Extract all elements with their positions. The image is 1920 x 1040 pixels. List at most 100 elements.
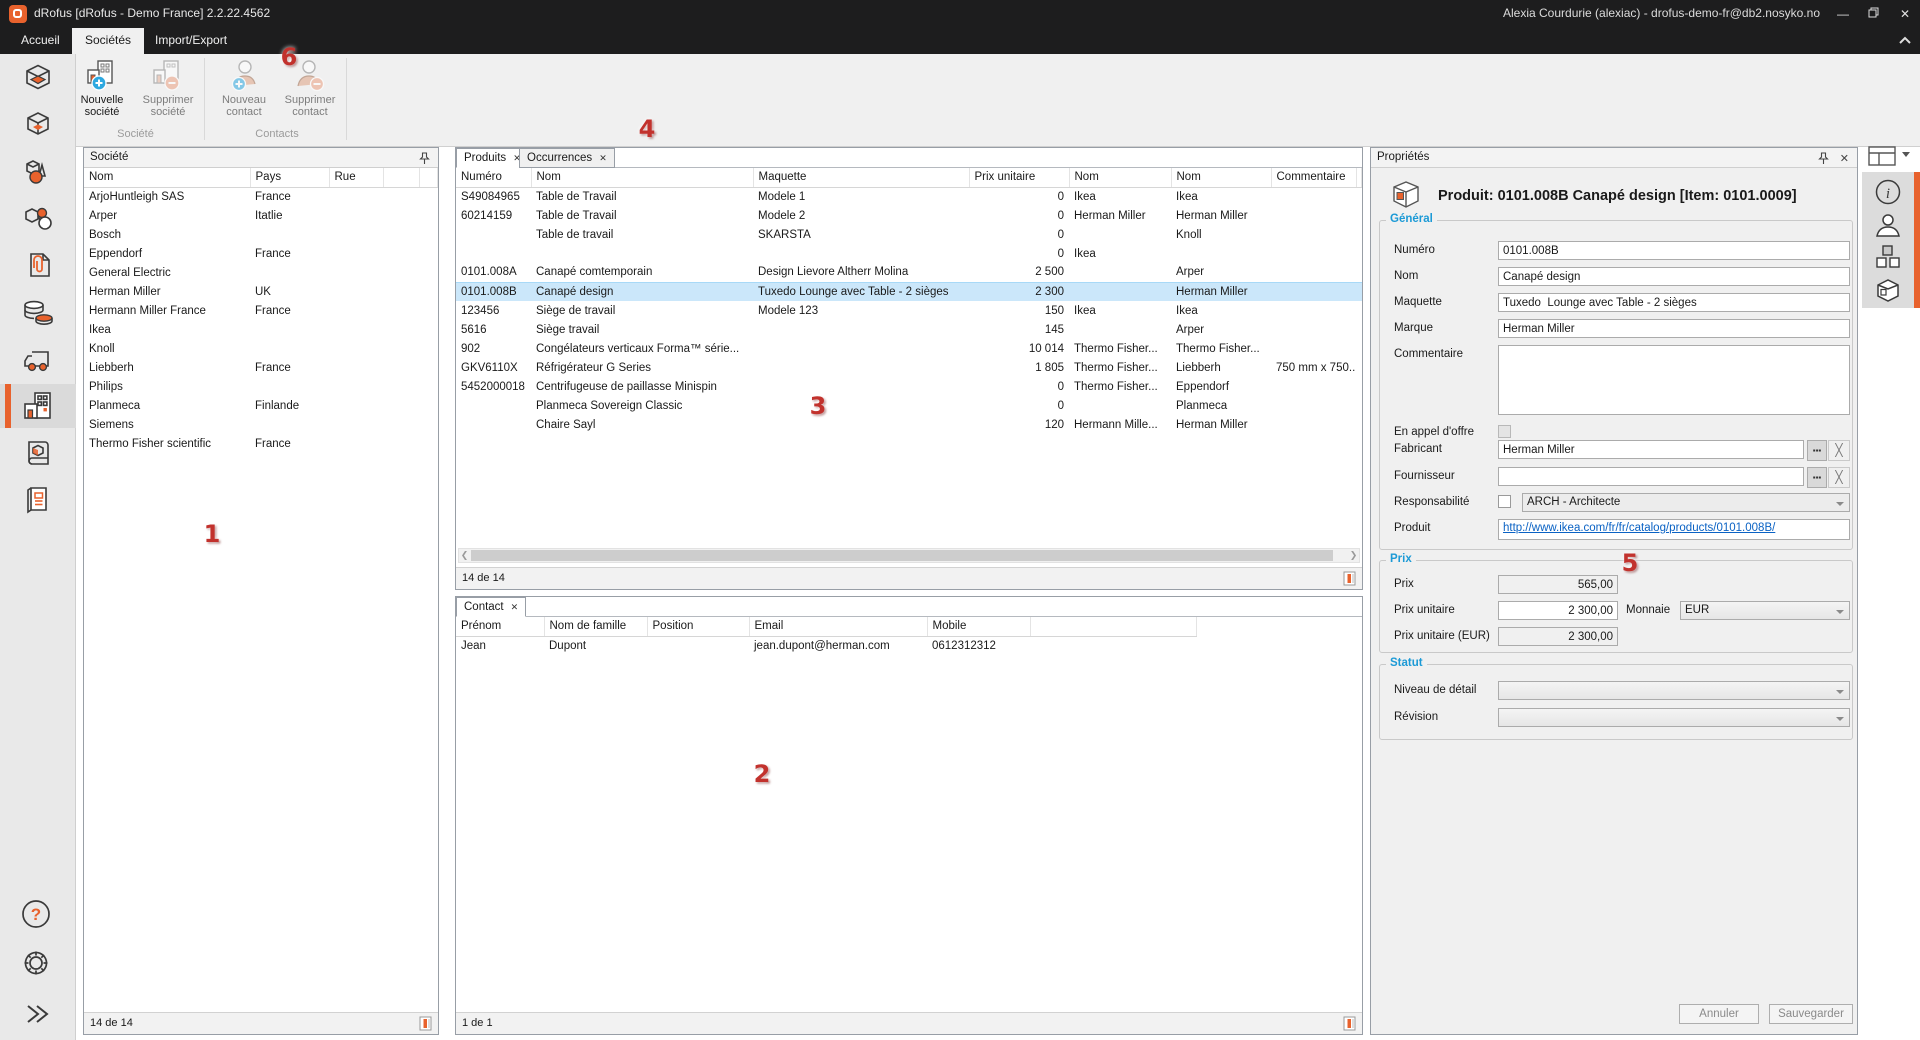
- column-header[interactable]: Nom: [1069, 168, 1171, 187]
- close-button[interactable]: ✕: [1890, 0, 1920, 28]
- sidebar-item-room-data[interactable]: [0, 102, 76, 146]
- column-header[interactable]: Email: [749, 617, 927, 636]
- commentaire-field[interactable]: [1498, 345, 1850, 415]
- table-row[interactable]: 0101.008ACanapé comtemporainDesign Lievo…: [456, 263, 1362, 282]
- pin-icon[interactable]: [1818, 152, 1829, 168]
- product-tab-icon[interactable]: [1874, 276, 1902, 309]
- table-row[interactable]: Ikea: [84, 320, 438, 339]
- column-header[interactable]: Prénom: [456, 617, 544, 636]
- column-header[interactable]: Nom: [1171, 168, 1271, 187]
- table-row[interactable]: 5452000018Centrifugeuse de paillasse Min…: [456, 377, 1362, 396]
- en-appel-offre-checkbox[interactable]: [1498, 425, 1511, 438]
- close-tab-icon[interactable]: ✕: [599, 153, 607, 163]
- minimize-button[interactable]: —: [1828, 0, 1858, 28]
- revision-dropdown[interactable]: [1498, 708, 1850, 727]
- table-row[interactable]: Lit médicalisés0ArjoHuntleigh...ArjoHunt…: [456, 434, 1362, 436]
- table-row[interactable]: 60214159Table de TravailModele 20Herman …: [456, 206, 1362, 225]
- column-header[interactable]: Nom: [531, 168, 753, 187]
- menu-tab-import-export[interactable]: Import/Export: [142, 28, 240, 54]
- contact-table-header[interactable]: PrénomNom de famillePositionEmailMobile: [456, 617, 1362, 636]
- responsabilite-dropdown[interactable]: ARCH - Architecte: [1522, 493, 1850, 512]
- table-row[interactable]: 902Congélateurs verticaux Forma™ série..…: [456, 339, 1362, 358]
- table-row[interactable]: GKV6110XRéfrigérateur G Series1 805Therm…: [456, 358, 1362, 377]
- sidebar-item-logistics[interactable]: [0, 337, 76, 381]
- column-header[interactable]: Commentaire: [1271, 168, 1356, 187]
- responsabilite-checkbox[interactable]: [1498, 495, 1511, 508]
- column-header[interactable]: Rue: [329, 168, 383, 187]
- table-row[interactable]: Philips: [84, 377, 438, 396]
- fabricant-clear-button[interactable]: ╳: [1828, 440, 1850, 461]
- fournisseur-field[interactable]: [1498, 467, 1804, 486]
- numero-field[interactable]: [1498, 241, 1850, 260]
- niveau-detail-dropdown[interactable]: [1498, 681, 1850, 700]
- column-header[interactable]: Maquette: [753, 168, 969, 187]
- collapse-ribbon-button[interactable]: [1898, 34, 1912, 52]
- sidebar-item-reports[interactable]: [0, 478, 76, 522]
- marque-field[interactable]: [1498, 319, 1850, 338]
- column-header[interactable]: [1030, 617, 1196, 636]
- table-row[interactable]: 0Ikea: [456, 244, 1362, 263]
- layout-switcher-button[interactable]: [1868, 146, 1898, 173]
- sidebar-expand-button[interactable]: [0, 994, 76, 1038]
- scroll-left-arrow[interactable]: ❮: [459, 550, 470, 561]
- cancel-button[interactable]: Annuler: [1679, 1004, 1759, 1024]
- sidebar-item-catalog[interactable]: [0, 431, 76, 475]
- table-row[interactable]: Knoll: [84, 339, 438, 358]
- table-row[interactable]: JeanDupontjean.dupont@herman.com06123123…: [456, 636, 1362, 655]
- sidebar-item-finance[interactable]: [0, 290, 76, 334]
- table-row[interactable]: General Electric: [84, 263, 438, 282]
- table-row[interactable]: Thermo Fisher scientificFrance: [84, 434, 438, 453]
- column-header[interactable]: [1356, 168, 1362, 187]
- info-tab-icon[interactable]: i: [1874, 178, 1902, 211]
- table-row[interactable]: Herman MillerUK: [84, 282, 438, 301]
- table-row[interactable]: Table de travailSKARSTA0Knoll: [456, 225, 1362, 244]
- fournisseur-clear-button[interactable]: ╳: [1828, 467, 1850, 488]
- table-row[interactable]: 123456Siège de travailModele 123150IkeaI…: [456, 301, 1362, 320]
- sidebar-item-companies[interactable]: [0, 384, 76, 428]
- column-settings-icon[interactable]: [1343, 571, 1357, 589]
- fabricant-field[interactable]: [1498, 440, 1804, 459]
- produits-table-header[interactable]: NuméroNomMaquettePrix unitaireNomNomComm…: [456, 168, 1362, 187]
- produits-horizontal-scrollbar[interactable]: ❮ ❯: [458, 548, 1360, 563]
- table-row[interactable]: Chaire Sayl120Hermann Mille...Herman Mil…: [456, 415, 1362, 434]
- sidebar-item-rooms[interactable]: [0, 55, 76, 99]
- sidebar-item-systems[interactable]: [0, 196, 76, 240]
- column-settings-icon[interactable]: [419, 1016, 433, 1034]
- prix-unitaire-field[interactable]: [1498, 601, 1618, 620]
- column-header[interactable]: Mobile: [927, 617, 1030, 636]
- sidebar-help-button[interactable]: ?: [0, 894, 76, 938]
- table-row[interactable]: 5616Siège travail145Arper: [456, 320, 1362, 339]
- tab-produits[interactable]: Produits✕: [456, 148, 529, 168]
- table-row[interactable]: Siemens: [84, 415, 438, 434]
- table-row[interactable]: EppendorfFrance: [84, 244, 438, 263]
- fabricant-browse-button[interactable]: ▪▪▪: [1807, 440, 1827, 461]
- column-settings-icon[interactable]: [1343, 1016, 1357, 1034]
- menu-tab-societes[interactable]: Sociétés: [72, 28, 144, 54]
- table-row[interactable]: Planmeca Sovereign Classic0Planmeca: [456, 396, 1362, 415]
- save-button[interactable]: Sauvegarder: [1769, 1004, 1853, 1024]
- table-row[interactable]: 0101.008BCanapé designTuxedo Lounge avec…: [456, 282, 1362, 301]
- column-header[interactable]: Prix unitaire: [969, 168, 1069, 187]
- table-row[interactable]: PlanmecaFinlande: [84, 396, 438, 415]
- societe-table-header[interactable]: NomPaysRue: [84, 168, 438, 187]
- pin-icon[interactable]: [419, 152, 430, 168]
- table-row[interactable]: LiebberhFrance: [84, 358, 438, 377]
- maquette-field[interactable]: [1498, 293, 1850, 312]
- scroll-right-arrow[interactable]: ❯: [1348, 550, 1359, 561]
- column-header[interactable]: [383, 168, 419, 187]
- close-panel-icon[interactable]: ✕: [1840, 152, 1849, 165]
- sidebar-item-items[interactable]: [0, 149, 76, 193]
- column-header[interactable]: Pays: [250, 168, 329, 187]
- fournisseur-browse-button[interactable]: ▪▪▪: [1807, 467, 1827, 488]
- sidebar-item-attachments[interactable]: [0, 243, 76, 287]
- table-row[interactable]: ArjoHuntleigh SASFrance: [84, 187, 438, 206]
- column-header[interactable]: [419, 168, 438, 187]
- table-row[interactable]: Bosch: [84, 225, 438, 244]
- restore-button[interactable]: [1858, 0, 1888, 28]
- menu-tab-accueil[interactable]: Accueil: [8, 28, 73, 54]
- column-header[interactable]: Position: [647, 617, 749, 636]
- nom-field[interactable]: [1498, 267, 1850, 286]
- table-row[interactable]: S49084965Table de TravailModele 10IkeaIk…: [456, 187, 1362, 206]
- close-tab-icon[interactable]: ✕: [511, 602, 519, 612]
- table-row[interactable]: ArperItatlie: [84, 206, 438, 225]
